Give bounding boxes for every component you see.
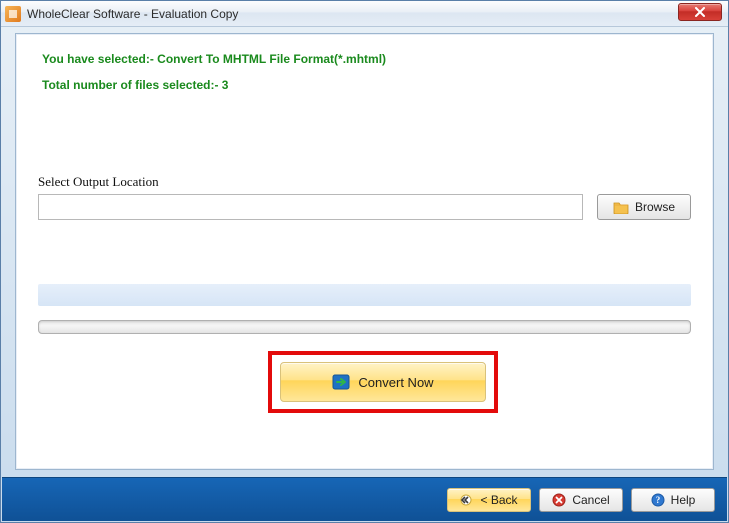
cancel-icon [552, 493, 566, 507]
output-row: Browse [16, 190, 713, 220]
folder-icon [613, 200, 629, 214]
browse-label: Browse [635, 200, 675, 214]
cancel-button[interactable]: Cancel [539, 488, 623, 512]
browse-button[interactable]: Browse [597, 194, 691, 220]
footer: < Back Cancel ? Help [2, 477, 727, 521]
back-label: < Back [480, 493, 517, 507]
output-location-input[interactable] [38, 194, 583, 220]
help-label: Help [671, 493, 696, 507]
convert-now-button[interactable]: Convert Now [280, 362, 486, 402]
convert-icon [332, 374, 350, 390]
back-icon [460, 494, 474, 506]
help-icon: ? [651, 493, 665, 507]
back-button[interactable]: < Back [447, 488, 531, 512]
app-window: WholeClear Software - Evaluation Copy Yo… [0, 0, 729, 523]
selection-info: You have selected:- Convert To MHTML Fil… [16, 34, 713, 66]
cancel-label: Cancel [572, 493, 609, 507]
progress-area [38, 284, 691, 334]
app-icon [5, 6, 21, 22]
progress-status-bar [38, 284, 691, 306]
output-location-label: Select Output Location [16, 92, 713, 190]
progress-bar [38, 320, 691, 334]
close-button[interactable] [678, 3, 722, 21]
help-button[interactable]: ? Help [631, 488, 715, 512]
close-icon [694, 7, 706, 17]
svg-text:?: ? [655, 495, 660, 505]
window-title: WholeClear Software - Evaluation Copy [27, 7, 238, 21]
convert-highlight-frame: Convert Now [268, 351, 498, 413]
file-count-info: Total number of files selected:- 3 [16, 66, 713, 92]
convert-label: Convert Now [358, 375, 433, 390]
titlebar: WholeClear Software - Evaluation Copy [1, 1, 728, 27]
content-panel: You have selected:- Convert To MHTML Fil… [15, 33, 714, 470]
